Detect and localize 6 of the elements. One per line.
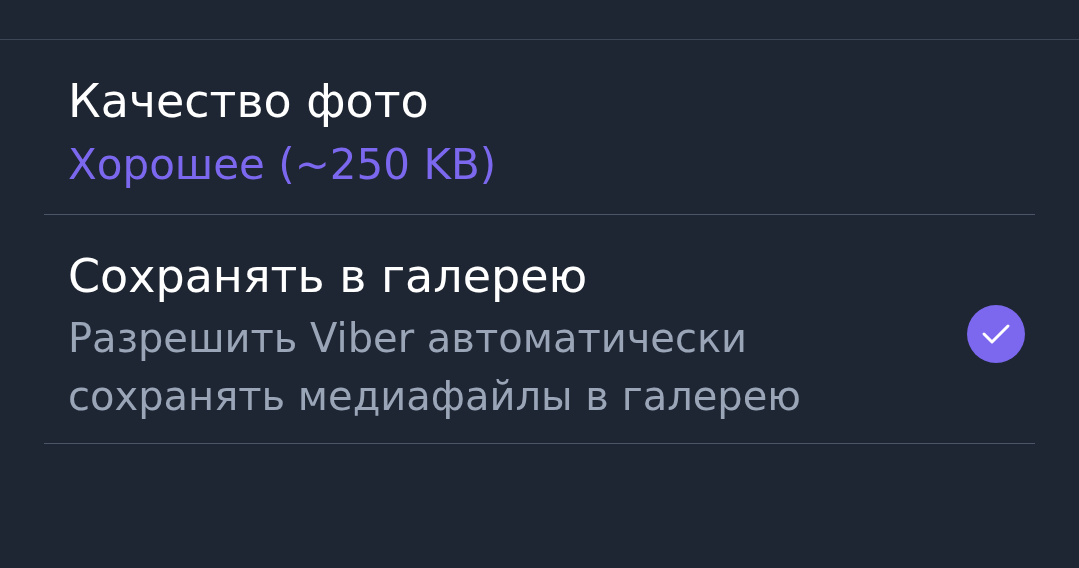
setting-value[interactable]: Хорошее (~250 KB) [68, 134, 1025, 196]
setting-title: Качество фото [68, 73, 430, 130]
check-icon [981, 323, 1011, 345]
setting-description: Разрешить Viber автоматически сохранять медиафайлы в галерею [68, 314, 803, 421]
checkbox[interactable] [967, 305, 1025, 363]
setting-title: Сохранять в галерею [68, 248, 589, 305]
